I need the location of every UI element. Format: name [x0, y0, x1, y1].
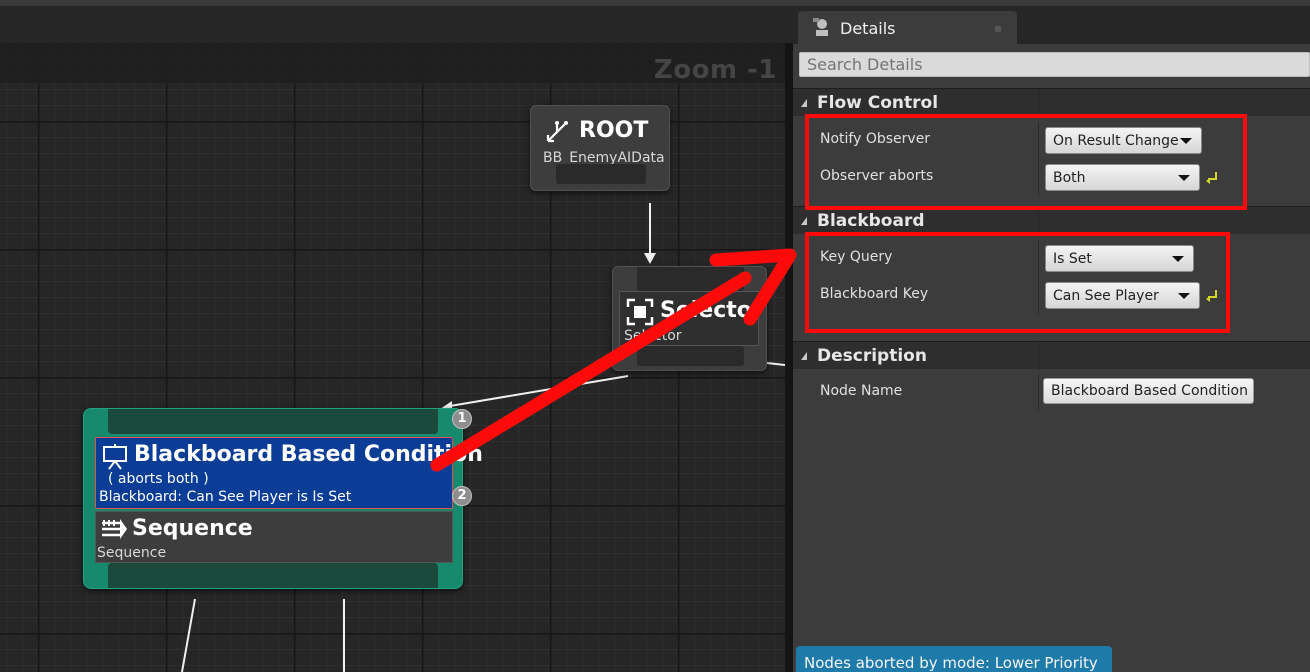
- column-divider: [1038, 240, 1039, 277]
- selector-icon: [626, 298, 654, 326]
- property-row-notify-observer: Notify Observer On Result Change: [793, 122, 1310, 159]
- zoom-level-label: Zoom -1: [653, 55, 777, 85]
- category-description[interactable]: Description: [793, 341, 1310, 370]
- chevron-down-icon: [1178, 293, 1190, 299]
- decorator-condition-text: Blackboard: Can See Player is Is Set: [99, 489, 352, 505]
- property-row-blackboard-key: Blackboard Key Can See Player: [793, 277, 1310, 314]
- decorator-board-icon: [103, 444, 127, 470]
- sequence-node-subtitle: Sequence: [97, 545, 167, 561]
- root-output-pin[interactable]: [556, 164, 646, 184]
- category-label: Blackboard: [817, 211, 925, 231]
- reset-to-default-icon[interactable]: [1206, 170, 1218, 184]
- property-name: Key Query: [820, 249, 893, 265]
- sequence-node[interactable]: Blackboard Based Condition ( aborts both…: [83, 408, 483, 589]
- dropdown-value: On Result Change: [1053, 133, 1179, 149]
- node-name-value: Blackboard Based Condition: [1051, 383, 1248, 399]
- column-divider: [1038, 159, 1039, 196]
- column-divider: [1038, 207, 1039, 235]
- chevron-down-icon: [1178, 175, 1190, 181]
- property-name: Observer aborts: [820, 168, 934, 184]
- chevron-down-icon: [1180, 138, 1192, 144]
- property-name: Blackboard Key: [820, 286, 929, 302]
- graph-toolbar-area: [0, 6, 798, 43]
- reset-to-default-icon[interactable]: [1206, 288, 1218, 302]
- category-label: Flow Control: [817, 93, 939, 113]
- details-panel: Details Flow Control Notify Observer On …: [793, 6, 1310, 672]
- collapse-triangle-icon[interactable]: [801, 352, 807, 360]
- dropdown-value: Is Set: [1053, 251, 1092, 267]
- selector-node-body: Selector Selector: [619, 291, 763, 346]
- selector-node-title: Selector: [660, 298, 763, 323]
- sequence-input-pin[interactable]: [108, 409, 438, 434]
- selector-output-pin[interactable]: [637, 346, 744, 366]
- panel-splitter[interactable]: [785, 43, 793, 672]
- dropdown-value: Both: [1053, 170, 1086, 186]
- tab-close-icon[interactable]: [995, 26, 1001, 32]
- chevron-down-icon: [1172, 256, 1184, 262]
- key-query-dropdown[interactable]: Is Set: [1045, 245, 1194, 272]
- search-details-input[interactable]: [799, 52, 1310, 77]
- execution-order-badge: 1: [452, 409, 472, 429]
- behavior-tree-graph[interactable]: Zoom -1 ROOT BB_EnemyAIData Selector Sel…: [0, 43, 785, 672]
- property-row-observer-aborts: Observer aborts Both: [793, 159, 1310, 196]
- property-name: Notify Observer: [820, 131, 931, 147]
- execution-order-badge: 2: [452, 486, 472, 506]
- sequence-output-pin[interactable]: [108, 563, 438, 588]
- root-branch-icon: [546, 121, 568, 143]
- decorator-abort-text: ( aborts both ): [108, 471, 209, 487]
- notify-observer-dropdown[interactable]: On Result Change: [1045, 127, 1202, 154]
- property-name: Node Name: [820, 383, 903, 399]
- property-row-node-name: Node Name Blackboard Based Condition: [793, 374, 1310, 411]
- column-divider: [1038, 122, 1039, 159]
- selector-node-subtitle: Selector: [624, 328, 682, 344]
- dropdown-value: Can See Player: [1053, 288, 1159, 304]
- sequence-node-title: Sequence: [132, 516, 253, 541]
- blackboard-key-dropdown[interactable]: Can See Player: [1045, 282, 1200, 309]
- column-divider: [1038, 89, 1039, 117]
- root-node-title: ROOT: [579, 118, 649, 143]
- column-divider: [1038, 374, 1039, 411]
- observer-aborts-dropdown[interactable]: Both: [1045, 164, 1200, 191]
- sequence-node-body: Sequence Sequence: [95, 511, 453, 563]
- collapse-triangle-icon[interactable]: [801, 99, 807, 107]
- sequence-arrows-icon: [102, 519, 127, 539]
- property-row-key-query: Key Query Is Set: [793, 240, 1310, 277]
- details-tab-label: Details: [840, 19, 896, 38]
- decorator-title: Blackboard Based Condition: [134, 442, 483, 467]
- category-flow-control[interactable]: Flow Control: [793, 88, 1310, 117]
- selector-node[interactable]: Selector Selector: [612, 266, 767, 371]
- tab-details[interactable]: Details: [798, 11, 1017, 44]
- column-divider: [1038, 342, 1039, 370]
- blackboard-decorator[interactable]: Blackboard Based Condition ( aborts both…: [95, 437, 483, 509]
- root-node[interactable]: ROOT BB_EnemyAIData: [530, 105, 670, 191]
- selector-input-pin[interactable]: [637, 267, 744, 291]
- node-name-field[interactable]: Blackboard Based Condition: [1043, 378, 1254, 404]
- column-divider: [1038, 277, 1039, 314]
- abort-mode-status: Nodes aborted by mode: Lower Priority: [796, 646, 1112, 672]
- category-label: Description: [817, 346, 927, 366]
- details-icon: [813, 18, 828, 36]
- category-blackboard[interactable]: Blackboard: [793, 206, 1310, 235]
- collapse-triangle-icon[interactable]: [801, 217, 807, 225]
